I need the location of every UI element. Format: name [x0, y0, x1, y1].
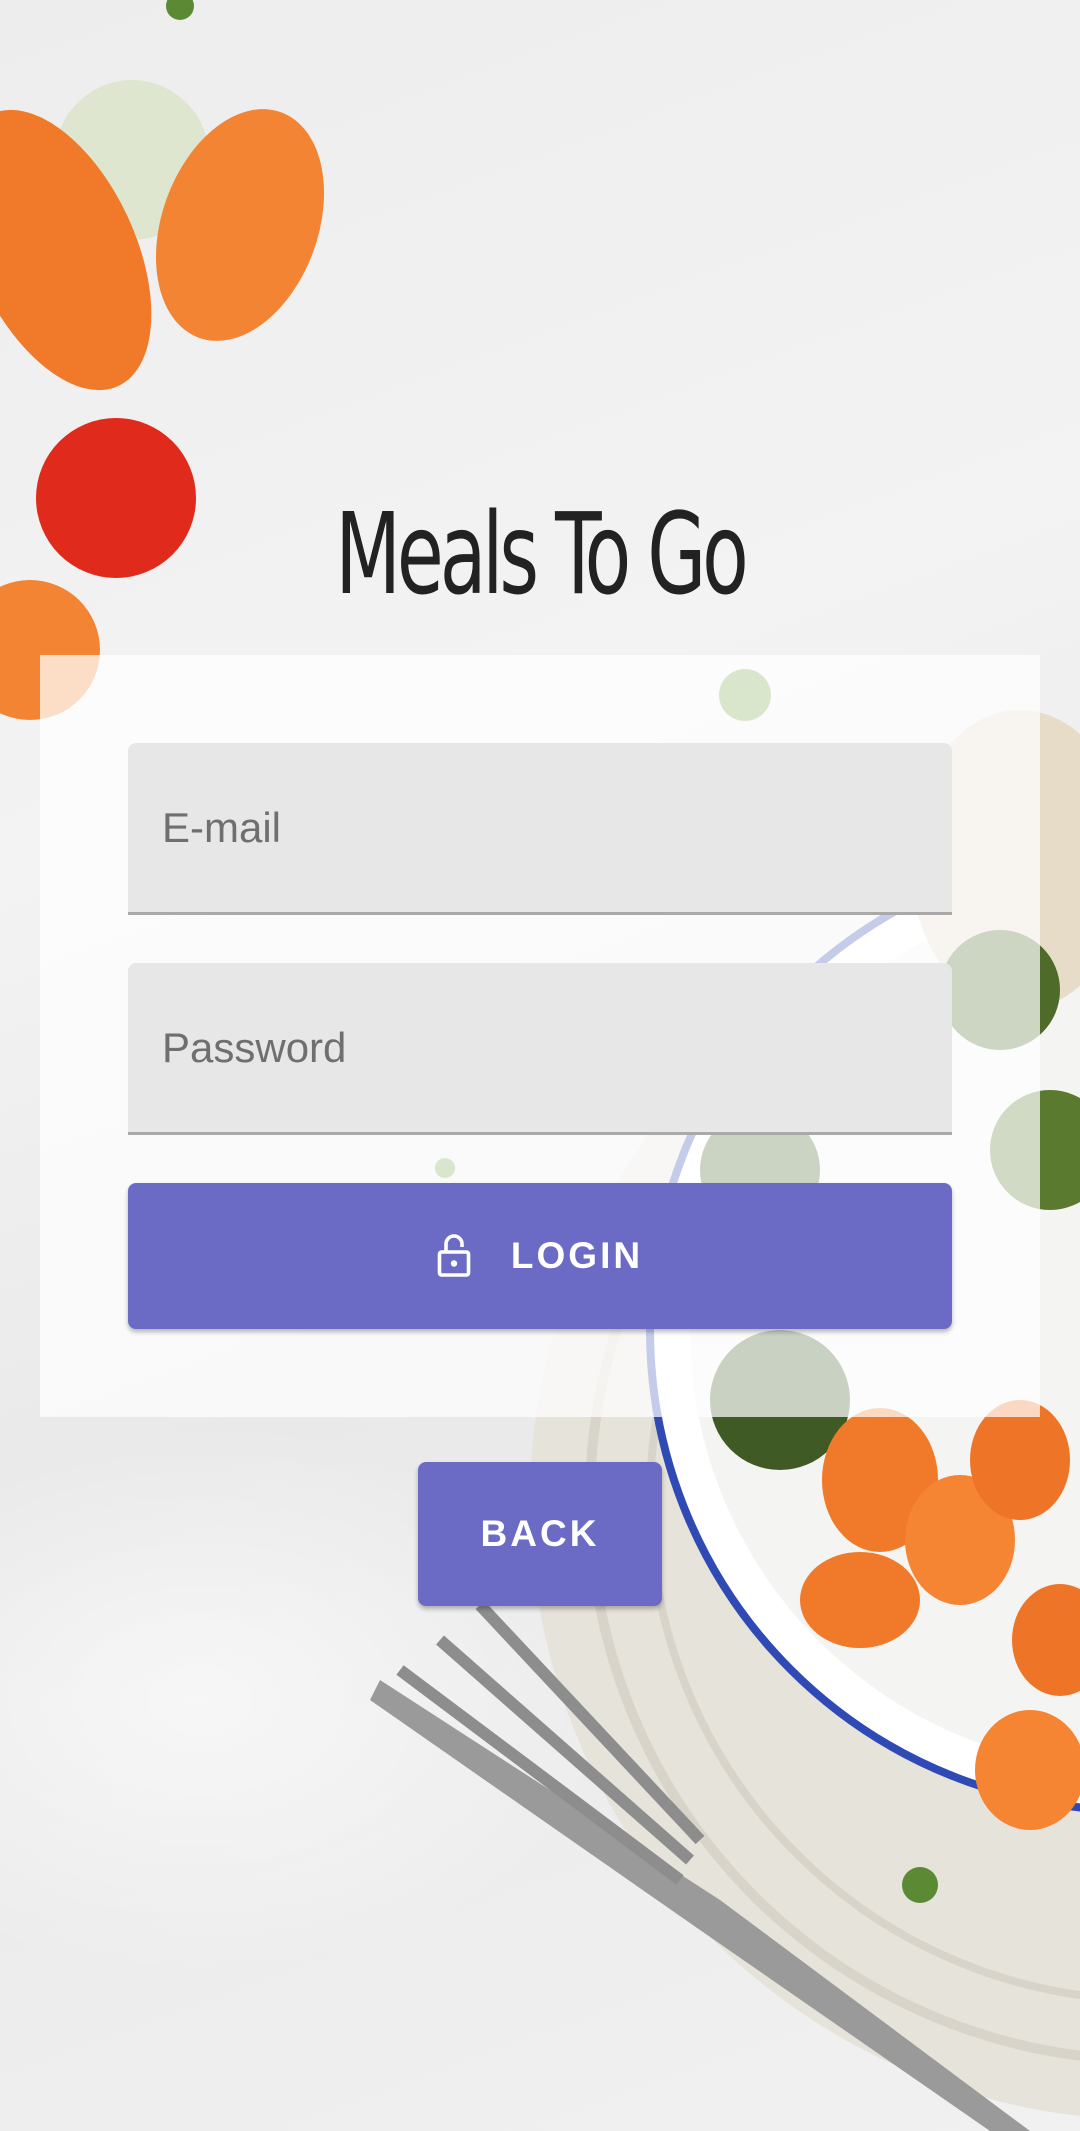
password-input[interactable] [128, 963, 952, 1132]
lock-open-icon [437, 1234, 471, 1277]
app-title: Meals To Go [335, 490, 748, 620]
password-field[interactable] [128, 963, 952, 1135]
login-card: LOGIN [40, 655, 1040, 1417]
email-field[interactable] [128, 743, 952, 915]
login-screen: Meals To Go LOGIN BACK [0, 0, 1080, 2131]
back-button-label: BACK [480, 1513, 600, 1554]
login-button[interactable]: LOGIN [128, 1183, 952, 1329]
back-button[interactable]: BACK [418, 1462, 662, 1606]
login-button-label: LOGIN [510, 1235, 644, 1276]
email-input[interactable] [128, 743, 952, 912]
